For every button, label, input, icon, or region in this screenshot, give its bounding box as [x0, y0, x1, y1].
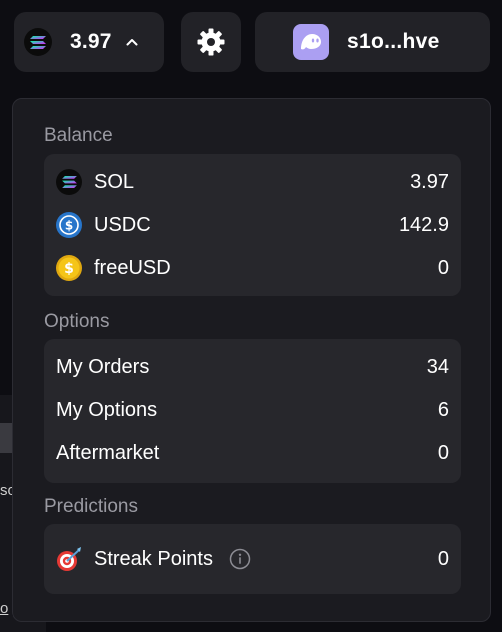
- dart-target-icon: [56, 546, 82, 572]
- background-link: o: [0, 600, 9, 617]
- predictions-card: Streak Points 0: [44, 524, 461, 594]
- predictions-row-streak-points[interactable]: Streak Points 0: [56, 541, 449, 577]
- balance-row-label: USDC: [94, 213, 151, 236]
- chevron-up-icon: [126, 38, 138, 46]
- background-input: [0, 423, 12, 453]
- predictions-row-value: 0: [437, 547, 449, 570]
- balance-row-label: freeUSD: [94, 256, 171, 279]
- predictions-row-label: Streak Points: [94, 547, 213, 570]
- options-row-label: My Orders: [56, 355, 150, 378]
- options-row-value: 6: [437, 398, 449, 421]
- options-row-aftermarket[interactable]: Aftermarket 0: [56, 435, 449, 471]
- options-section-title: Options: [44, 311, 110, 332]
- options-row-value: 0: [437, 441, 449, 464]
- options-row-label: My Options: [56, 398, 158, 421]
- phantom-ghost-icon: [293, 24, 329, 60]
- options-card: My Orders 34 My Options 6 Aftermarket 0: [44, 339, 461, 483]
- balance-card: SOL 3.97 $ USDC 142.9 $ freeUSD 0: [44, 154, 461, 296]
- info-icon[interactable]: [229, 548, 251, 570]
- predictions-section-title: Predictions: [44, 496, 138, 517]
- balance-row-sol[interactable]: SOL 3.97: [56, 164, 449, 200]
- balance-row-value: 142.9: [398, 213, 449, 236]
- balance-dropdown-button[interactable]: 3.97: [14, 12, 164, 72]
- wallet-button[interactable]: s1o...hve: [255, 12, 490, 72]
- balance-row-freeusd[interactable]: $ freeUSD 0: [56, 250, 449, 286]
- solana-logo-icon: [56, 169, 82, 195]
- top-bar: 3.97 s1o...hve: [0, 0, 502, 84]
- balance-row-value: 3.97: [410, 170, 449, 193]
- options-row-value: 34: [426, 355, 449, 378]
- balance-row-value: 0: [437, 256, 449, 279]
- options-row-my-orders[interactable]: My Orders 34: [56, 349, 449, 385]
- svg-text:$: $: [64, 261, 74, 277]
- wallet-address: s1o...hve: [347, 30, 440, 53]
- svg-text:$: $: [65, 219, 73, 233]
- options-row-label: Aftermarket: [56, 441, 160, 464]
- settings-button[interactable]: [181, 12, 241, 72]
- options-row-my-options[interactable]: My Options 6: [56, 392, 449, 428]
- solana-logo-icon: [24, 28, 52, 56]
- gear-icon: [196, 27, 226, 57]
- header-balance: 3.97: [70, 30, 112, 53]
- usdc-coin-icon: $: [56, 212, 82, 238]
- balance-row-label: SOL: [94, 170, 135, 193]
- balance-row-usdc[interactable]: $ USDC 142.9: [56, 207, 449, 243]
- freeusd-coin-icon: $: [56, 255, 82, 281]
- balance-dropdown-panel: Balance SOL 3.97 $ USDC 142.9 $ freeUSD …: [12, 98, 491, 622]
- balance-section-title: Balance: [44, 125, 113, 146]
